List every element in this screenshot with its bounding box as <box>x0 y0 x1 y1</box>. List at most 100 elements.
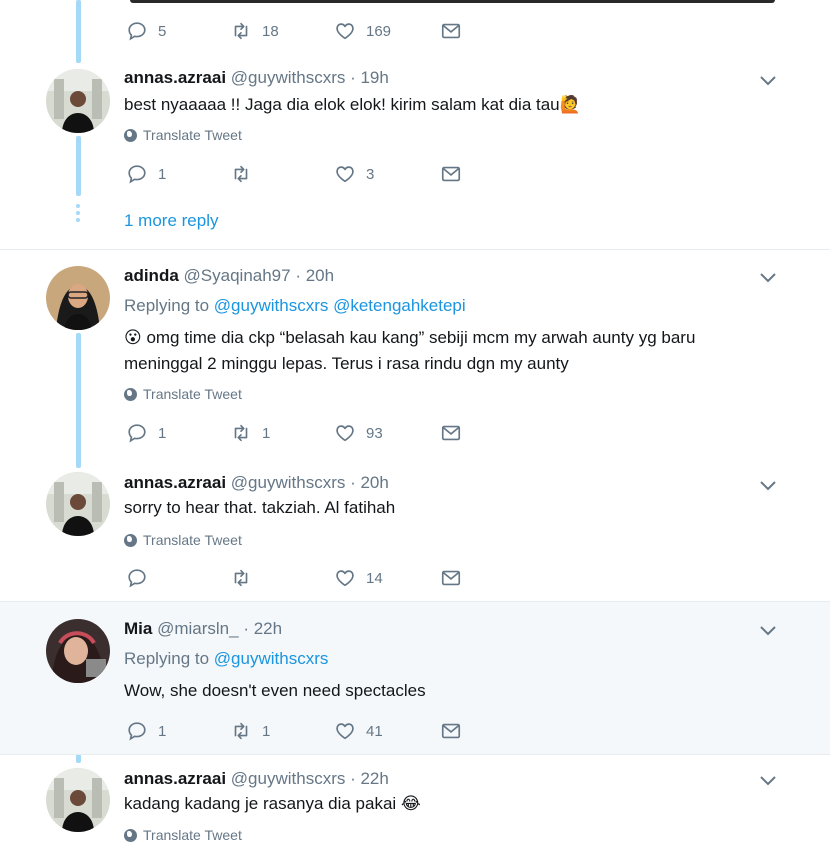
translate-label: Translate Tweet <box>143 127 242 143</box>
message-action[interactable] <box>440 20 462 42</box>
message-action[interactable] <box>440 567 462 589</box>
replying-to-label: Replying to <box>124 296 210 315</box>
reply-action[interactable]: 1 <box>126 422 166 444</box>
thread-dots <box>76 204 81 225</box>
timestamp[interactable]: · 22h <box>350 769 389 788</box>
chevron-down-icon[interactable] <box>760 76 776 86</box>
user-handle[interactable]: @guywithscxrs <box>231 473 346 492</box>
tweet-header: annas.azraai @guywithscxrs · 19h <box>124 68 389 88</box>
user-handle[interactable]: @miarsln_ <box>157 619 239 638</box>
reply-icon <box>128 569 146 588</box>
heart-icon <box>336 425 354 442</box>
retweet-action[interactable]: 1 <box>230 720 270 742</box>
display-name[interactable]: annas.azraai <box>124 769 226 788</box>
globe-icon <box>124 828 137 842</box>
like-action[interactable]: 3 <box>334 163 374 185</box>
avatar[interactable] <box>46 619 110 683</box>
like-count: 93 <box>366 424 383 442</box>
globe-icon <box>124 387 137 401</box>
timestamp[interactable]: · 22h <box>243 619 282 638</box>
divider <box>0 754 830 755</box>
envelope-icon <box>441 425 461 441</box>
like-action[interactable]: 14 <box>334 567 383 589</box>
retweet-count: 1 <box>262 424 271 442</box>
translate-tweet-link[interactable]: Translate Tweet <box>124 386 242 402</box>
envelope-icon <box>441 723 461 739</box>
envelope-icon <box>441 570 461 586</box>
media-preview-edge[interactable] <box>130 0 775 3</box>
reply-action[interactable]: 1 <box>126 720 166 742</box>
reply-action[interactable]: 5 <box>126 20 166 42</box>
timestamp[interactable]: · 19h <box>350 68 389 87</box>
replying-to: Replying to @guywithscxrs @ketengahketep… <box>124 293 466 319</box>
heart-icon <box>336 166 354 183</box>
retweet-count: 1 <box>262 722 271 740</box>
chevron-down-icon[interactable] <box>760 273 776 283</box>
translate-tweet-link[interactable]: Translate Tweet <box>124 532 242 548</box>
reply-count: 1 <box>158 165 167 183</box>
avatar[interactable] <box>46 472 110 536</box>
translate-tweet-link[interactable]: Translate Tweet <box>124 127 242 143</box>
tweet-header: annas.azraai @guywithscxrs · 22h <box>124 769 389 789</box>
tweet-header: adinda @Syaqinah97 · 20h <box>124 266 334 286</box>
display-name[interactable]: annas.azraai <box>124 473 226 492</box>
thread-line <box>76 0 81 63</box>
tweet-header: annas.azraai @guywithscxrs · 20h <box>124 473 389 493</box>
like-action[interactable]: 93 <box>334 422 383 444</box>
chevron-down-icon[interactable] <box>760 626 776 636</box>
mention-link[interactable]: @guywithscxrs <box>214 649 329 668</box>
reply-icon <box>128 722 146 741</box>
like-count: 41 <box>366 722 383 740</box>
message-action[interactable] <box>440 422 462 444</box>
retweet-action[interactable]: 1 <box>230 422 270 444</box>
globe-icon <box>124 128 137 142</box>
replying-to-label: Replying to <box>124 649 210 668</box>
more-replies-link[interactable]: 1 more reply <box>124 211 218 231</box>
display-name[interactable]: annas.azraai <box>124 68 226 87</box>
reply-action[interactable]: 1 <box>126 163 166 185</box>
tweet-text: Wow, she doesn't even need spectacles <box>124 681 426 700</box>
tweet-text-line: meninggal 2 minggu lepas. Terus i rasa r… <box>124 354 569 373</box>
tweet-header: Mia @miarsln_ · 22h <box>124 619 282 639</box>
divider <box>0 601 830 602</box>
heart-icon <box>336 723 354 740</box>
retweet-icon <box>234 569 248 587</box>
envelope-icon <box>441 166 461 182</box>
divider <box>0 249 830 250</box>
heart-icon <box>336 23 354 40</box>
chevron-down-icon[interactable] <box>760 776 776 786</box>
like-count: 14 <box>366 569 383 587</box>
reply-action[interactable] <box>126 567 158 589</box>
reply-icon <box>128 22 146 41</box>
avatar[interactable] <box>46 69 110 133</box>
display-name[interactable]: adinda <box>124 266 179 285</box>
retweet-icon <box>234 722 248 740</box>
display-name[interactable]: Mia <box>124 619 152 638</box>
reply-icon <box>128 424 146 443</box>
chevron-down-icon[interactable] <box>760 481 776 491</box>
reply-count: 1 <box>158 424 167 442</box>
user-handle[interactable]: @guywithscxrs <box>231 68 346 87</box>
mention-link[interactable]: @ketengahketepi <box>333 296 466 315</box>
mention-link[interactable]: @guywithscxrs <box>214 296 329 315</box>
user-handle[interactable]: @Syaqinah97 <box>184 266 291 285</box>
retweet-action[interactable] <box>230 567 262 589</box>
retweet-action[interactable]: 18 <box>230 20 279 42</box>
user-handle[interactable]: @guywithscxrs <box>231 769 346 788</box>
translate-tweet-link[interactable]: Translate Tweet <box>124 827 242 843</box>
envelope-icon <box>441 23 461 39</box>
replying-to: Replying to @guywithscxrs <box>124 646 328 672</box>
message-action[interactable] <box>440 163 462 185</box>
message-action[interactable] <box>440 720 462 742</box>
retweet-action[interactable] <box>230 163 262 185</box>
timestamp[interactable]: · 20h <box>350 473 389 492</box>
like-action[interactable]: 41 <box>334 720 383 742</box>
retweet-icon <box>234 424 248 442</box>
timestamp[interactable]: · 20h <box>295 266 334 285</box>
translate-label: Translate Tweet <box>143 386 242 402</box>
avatar[interactable] <box>46 768 110 832</box>
avatar[interactable] <box>46 266 110 330</box>
like-action[interactable]: 169 <box>334 20 391 42</box>
retweet-icon <box>234 22 248 40</box>
retweet-count: 18 <box>262 22 279 40</box>
